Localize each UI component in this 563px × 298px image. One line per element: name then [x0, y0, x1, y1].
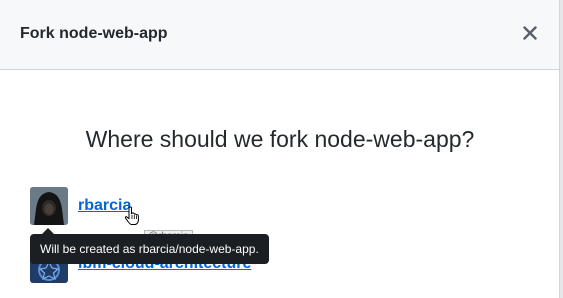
close-button[interactable] [519, 22, 541, 44]
tooltip-arrow [42, 228, 54, 234]
dialog-header: Fork node-web-app [0, 0, 559, 70]
fork-question: Where should we fork node-web-app? [85, 126, 475, 152]
fork-destination-tooltip: Will be created as rbarcia/node-web-app. [30, 228, 269, 264]
tooltip-text: Will be created as rbarcia/node-web-app. [40, 242, 259, 256]
user-avatar [30, 187, 68, 225]
pointer-cursor-icon [124, 206, 140, 225]
dialog-title: Fork node-web-app [20, 25, 168, 42]
account-row-user[interactable]: rbarcia [30, 187, 131, 225]
close-icon [523, 26, 537, 40]
fork-dialog: Fork node-web-app Where should we fork n… [0, 0, 560, 298]
